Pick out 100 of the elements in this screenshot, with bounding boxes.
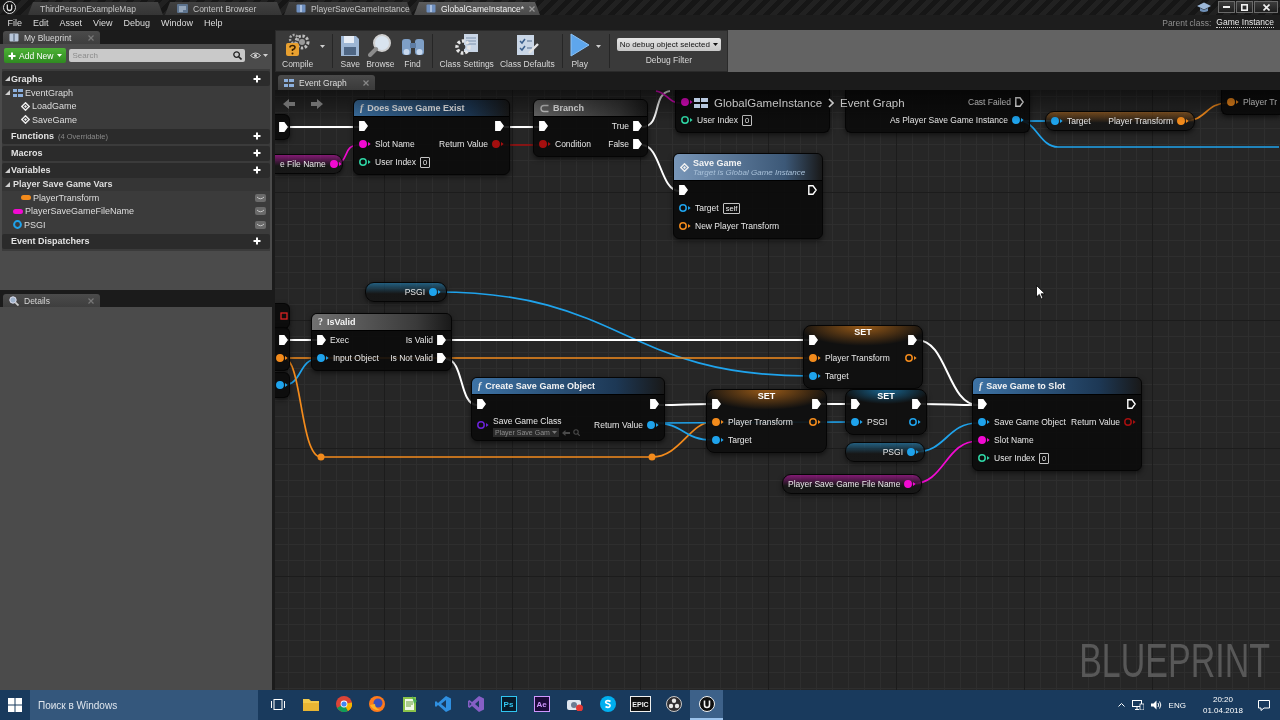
compile-button[interactable]: Compile — [279, 31, 317, 71]
data-pin-icon[interactable] — [809, 417, 821, 427]
data-pin-icon[interactable] — [647, 420, 659, 430]
exec-pin-icon[interactable] — [477, 399, 486, 409]
reroute-knot-icon[interactable] — [648, 453, 656, 461]
macro-node[interactable]: ? IsValid Exec Is Valid Input Object Is Not Valid — [311, 313, 452, 371]
graph-tab[interactable]: Event Graph — [278, 75, 375, 90]
exec-pin-icon[interactable] — [650, 399, 659, 409]
tree-item[interactable]: EventGraph — [2, 86, 270, 100]
exec-pin-icon[interactable] — [679, 185, 688, 195]
graph-node[interactable] — [275, 372, 290, 398]
close-icon[interactable] — [363, 79, 369, 86]
clock-date[interactable]: 01.04.2018 — [1202, 706, 1243, 715]
reroute-knot-icon[interactable] — [317, 453, 325, 461]
exec-pin-icon[interactable] — [808, 185, 817, 195]
data-pin-icon[interactable] — [429, 287, 441, 297]
data-pin-icon[interactable] — [1227, 97, 1239, 107]
data-pin-icon[interactable] — [809, 371, 821, 381]
variable-node[interactable]: Target Player Transform — [1045, 111, 1195, 131]
data-pin-icon[interactable] — [329, 159, 342, 169]
data-pin-icon[interactable] — [809, 353, 821, 363]
data-pin-icon[interactable] — [907, 447, 919, 457]
data-pin-icon[interactable] — [679, 221, 691, 231]
menu-item[interactable]: View — [87, 17, 118, 28]
data-pin-icon[interactable] — [978, 435, 990, 445]
language-indicator[interactable]: ENG — [1168, 700, 1186, 710]
breadcrumb-link[interactable]: GlobalGameInstance — [714, 97, 823, 109]
exec-pin-icon[interactable] — [317, 335, 326, 345]
network-icon[interactable] — [1131, 700, 1144, 710]
exec-pin-icon[interactable] — [812, 399, 821, 409]
taskbar-app-button[interactable]: Ae — [525, 690, 558, 720]
panel-tab[interactable]: My Blueprint — [3, 31, 100, 44]
exec-pin-icon[interactable] — [279, 122, 288, 132]
exec-pin-icon[interactable] — [359, 121, 368, 131]
plus-icon[interactable] — [253, 237, 261, 245]
menu-item[interactable]: Debug — [117, 17, 156, 28]
menu-item[interactable]: File — [2, 17, 28, 28]
setter-node[interactable]: SET Player Transform Target — [803, 325, 923, 389]
document-tab[interactable]: GlobalGameInstance* — [414, 2, 540, 15]
add-new-button[interactable]: Add New — [4, 48, 66, 63]
exec-pin-icon[interactable] — [279, 335, 288, 345]
data-pin-icon[interactable] — [359, 139, 371, 149]
variable-node[interactable]: e File Name — [275, 154, 343, 174]
array-pin-icon[interactable] — [280, 312, 288, 320]
variable-node[interactable]: Player Save Game File Name — [782, 474, 922, 494]
data-pin-icon[interactable] — [1051, 116, 1063, 126]
data-pin-icon[interactable] — [359, 157, 371, 167]
exec-pin-icon[interactable] — [495, 121, 504, 131]
data-pin-icon[interactable] — [712, 435, 724, 445]
clock-time[interactable]: 20:20 — [1212, 695, 1233, 704]
menu-item[interactable]: Asset — [54, 17, 88, 28]
expanded-triangle-icon[interactable] — [5, 76, 10, 81]
expanded-triangle-icon[interactable] — [5, 90, 10, 96]
plus-icon[interactable] — [253, 166, 261, 174]
data-pin-icon[interactable] — [905, 353, 917, 363]
data-pin-icon[interactable] — [276, 353, 288, 363]
plus-icon[interactable] — [253, 132, 261, 140]
panel-tab[interactable]: Details — [3, 294, 100, 307]
tree-item[interactable]: PSGI — [2, 218, 270, 232]
chevron-up-icon[interactable] — [1117, 703, 1125, 707]
exec-pin-icon[interactable] — [912, 399, 921, 409]
graph-node[interactable] — [275, 303, 290, 329]
close-icon[interactable] — [529, 5, 536, 12]
menu-item[interactable]: Edit — [27, 17, 55, 28]
exec-pin-icon[interactable] — [712, 399, 721, 409]
graduation-cap-icon[interactable] — [1197, 1, 1211, 13]
data-pin-icon[interactable] — [904, 479, 917, 489]
document-tab[interactable]: ThirdPersonExampleMap — [28, 2, 163, 15]
search-field[interactable]: Поиск в Windows — [30, 690, 258, 720]
data-pin-icon[interactable] — [317, 353, 329, 363]
view-options-button[interactable] — [247, 52, 270, 59]
menu-item[interactable]: Help — [198, 17, 228, 28]
notification-icon[interactable] — [1258, 699, 1270, 711]
data-pin-icon[interactable] — [681, 115, 693, 125]
tree-item[interactable]: PlayerSaveGameFileName — [2, 204, 270, 218]
data-pin-icon[interactable] — [909, 417, 921, 427]
tree-item[interactable]: LoadGame — [2, 99, 270, 113]
exec-pin-icon[interactable] — [809, 335, 818, 345]
plus-icon[interactable] — [253, 149, 261, 157]
closed-eye-icon[interactable] — [255, 220, 266, 229]
data-pin-icon[interactable] — [851, 417, 863, 427]
exec-pin-icon[interactable] — [978, 399, 987, 409]
exec-pin-icon[interactable] — [633, 121, 642, 131]
exec-pin-icon[interactable] — [437, 335, 446, 345]
minimize-button[interactable] — [1218, 1, 1235, 13]
section-header[interactable]: Variables — [2, 162, 270, 178]
closed-eye-icon[interactable] — [255, 207, 266, 216]
branch-node[interactable]: Branch True Condition False — [533, 99, 648, 157]
data-pin-icon[interactable] — [978, 453, 990, 463]
data-pin-icon[interactable] — [276, 380, 288, 390]
find-button[interactable]: Find — [397, 31, 428, 71]
exec-pin-icon[interactable] — [1127, 399, 1136, 409]
maximize-button[interactable] — [1236, 1, 1253, 13]
debug-object-dropdown[interactable]: No debug object selected — [616, 37, 721, 51]
exec-pin-icon[interactable] — [1015, 97, 1024, 107]
graph-node[interactable] — [275, 114, 290, 140]
forward-button[interactable] — [311, 99, 323, 109]
section-header[interactable]: Graphs — [2, 71, 270, 86]
data-pin-icon[interactable] — [1177, 116, 1189, 126]
class-settings-button[interactable]: Class Settings — [436, 31, 497, 71]
